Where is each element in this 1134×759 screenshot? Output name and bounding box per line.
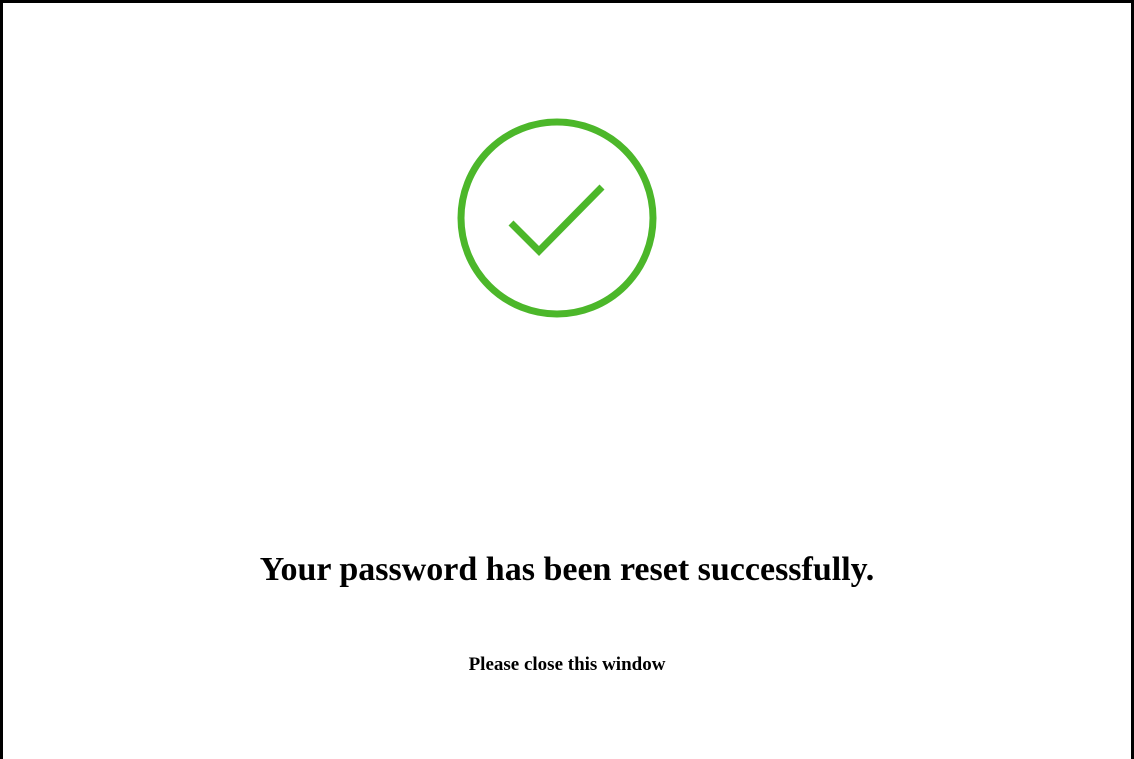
success-ring xyxy=(457,118,657,318)
success-window: Your password has been reset successfull… xyxy=(0,0,1134,759)
close-window-message: Please close this window xyxy=(468,654,666,675)
check-circle-icon xyxy=(456,117,658,319)
check-circle-svg xyxy=(457,118,657,318)
success-title: Your password has been reset successfull… xyxy=(259,551,875,588)
checkmark xyxy=(508,184,605,256)
